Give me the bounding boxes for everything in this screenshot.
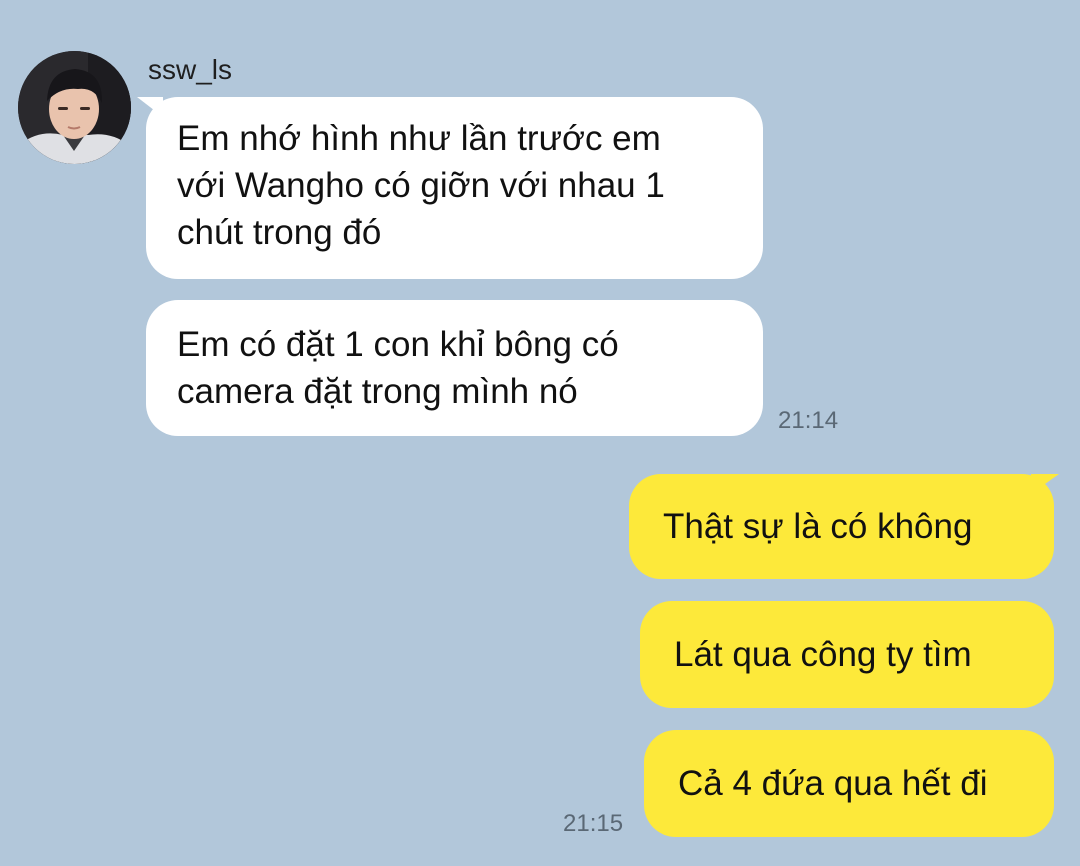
message-line: Em có đặt 1 con khỉ bông có xyxy=(177,325,619,364)
message-text: Thật sự là có không xyxy=(663,507,973,546)
outgoing-message[interactable]: Lát qua công ty tìm xyxy=(640,601,1054,708)
message-line: chút trong đó xyxy=(177,213,382,252)
incoming-message[interactable]: Em nhớ hình như lần trước em với Wangho … xyxy=(146,97,763,279)
sender-name: ssw_ls xyxy=(148,54,233,85)
message-line: với Wangho có giỡn với nhau 1 xyxy=(177,166,665,205)
incoming-message[interactable]: Em có đặt 1 con khỉ bông có camera đặt t… xyxy=(146,300,763,436)
message-timestamp: 21:15 xyxy=(563,810,624,837)
outgoing-message[interactable]: Thật sự là có không xyxy=(629,474,1054,579)
message-text: Lát qua công ty tìm xyxy=(674,635,972,674)
outgoing-message[interactable]: Cả 4 đứa qua hết đi xyxy=(644,730,1054,837)
message-timestamp: 21:14 xyxy=(778,407,839,434)
message-line: camera đặt trong mình nó xyxy=(177,372,578,411)
chat-view: ssw_ls Em nhớ hình như lần trước em với … xyxy=(0,0,1080,866)
avatar[interactable] xyxy=(18,51,131,164)
message-line: Em nhớ hình như lần trước em xyxy=(177,119,661,158)
profile-photo-icon xyxy=(18,51,131,164)
message-text: Cả 4 đứa qua hết đi xyxy=(678,764,988,803)
